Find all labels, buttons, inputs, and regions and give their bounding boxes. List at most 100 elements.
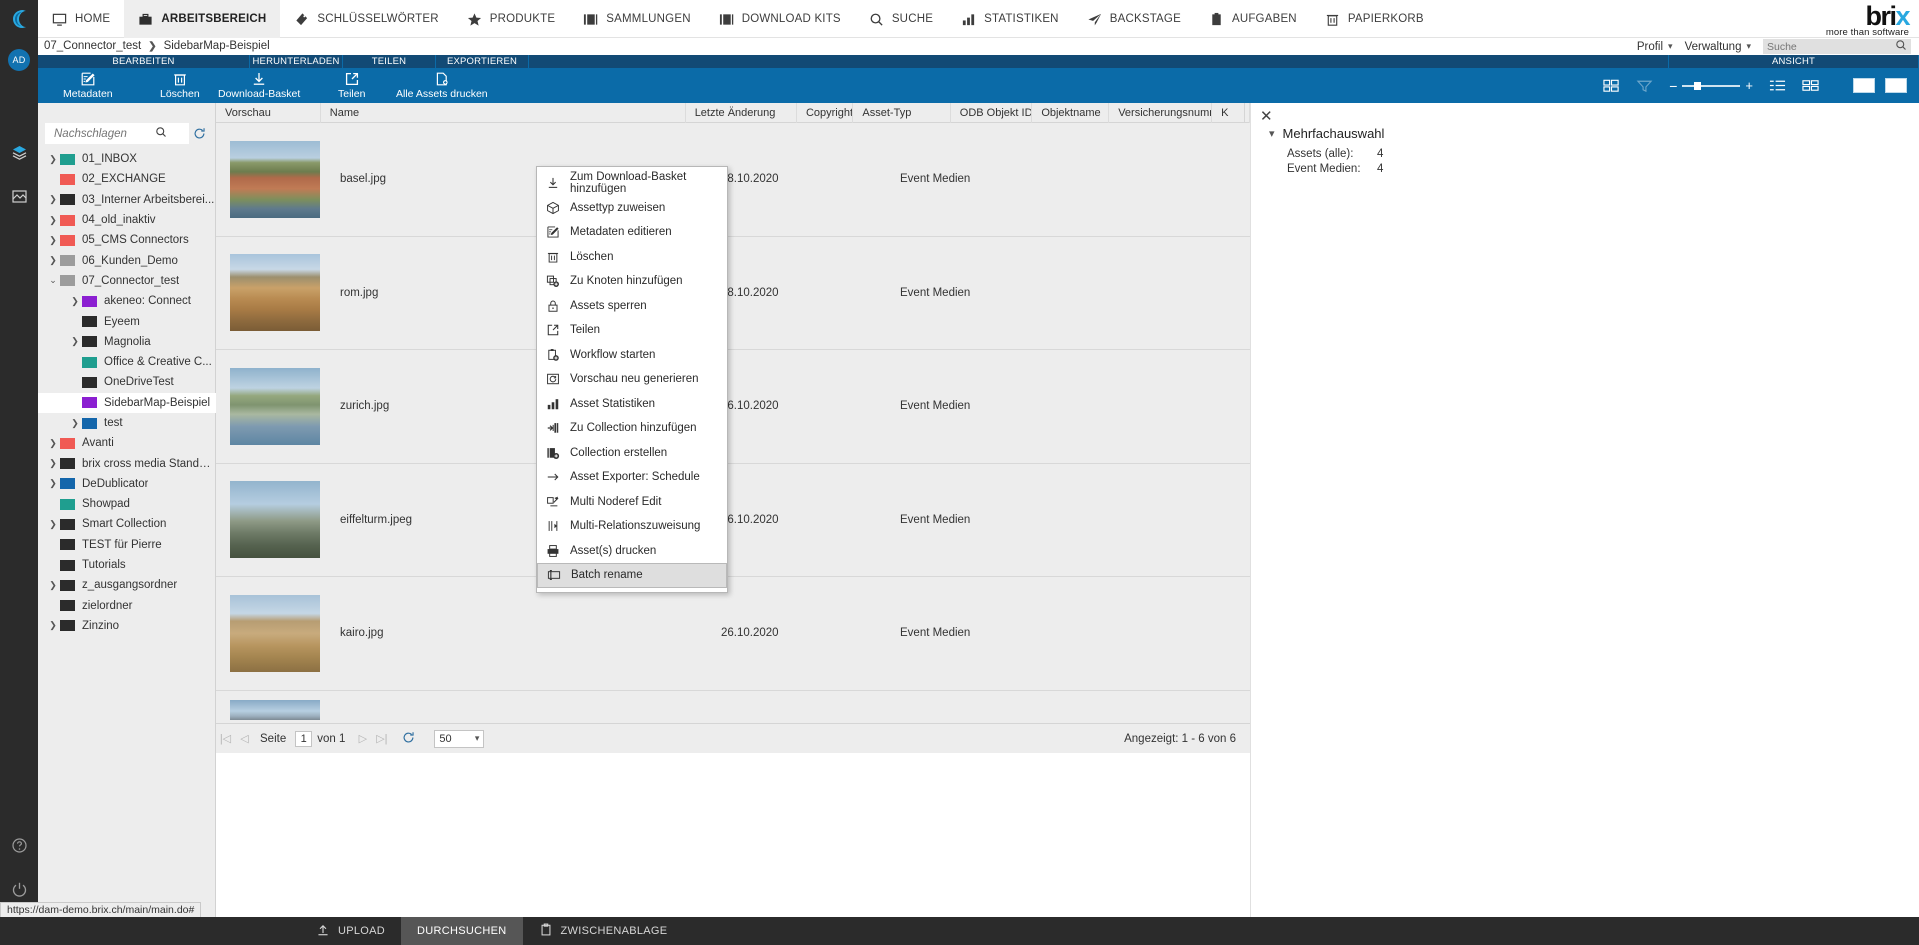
tree-node[interactable]: ❯ Smart Collection (38, 514, 216, 534)
nav-item-schluesselwoerter[interactable]: SCHLÜSSELWÖRTER (280, 0, 452, 38)
table-row[interactable]: zurich.jpg 26.10.2020 Event Medien (216, 350, 1250, 464)
nav-item-home[interactable]: HOME (38, 0, 124, 38)
table-row[interactable]: kairo.jpg 26.10.2020 Event Medien (216, 577, 1250, 691)
global-search[interactable] (1763, 39, 1911, 54)
filter-view-icon[interactable] (1628, 68, 1661, 103)
bottom-item-upload[interactable]: UPLOAD (300, 917, 401, 945)
zoom-control[interactable]: − + (1661, 78, 1761, 94)
menu-item[interactable]: Teilen (537, 318, 727, 343)
ribbon-button-loeschen[interactable]: Löschen (160, 68, 200, 103)
menu-item[interactable]: Löschen (537, 245, 727, 270)
asset-thumbnail[interactable] (230, 140, 320, 218)
chevron-down-icon[interactable]: ⌄ (46, 275, 60, 286)
nav-item-statistiken[interactable]: STATISTIKEN (947, 0, 1073, 38)
chevron-right-icon[interactable]: ❯ (46, 478, 60, 489)
lookup-search[interactable] (45, 123, 189, 144)
tree-node[interactable]: ❯ 05_CMS Connectors (38, 230, 216, 250)
menu-item[interactable]: Vorschau neu generieren (537, 367, 727, 392)
zoom-slider[interactable] (1682, 81, 1741, 90)
nav-item-produkte[interactable]: PRODUKTE (453, 0, 570, 38)
menu-item[interactable]: Zu Collection hinzufügen (537, 416, 727, 441)
nav-item-arbeitsbereich[interactable]: ARBEITSBEREICH (124, 0, 281, 38)
column-header[interactable]: Vorschau (216, 102, 321, 123)
menu-item[interactable]: Multi Noderef Edit (537, 490, 727, 515)
nav-item-backstage[interactable]: BACKSTAGE (1073, 0, 1195, 38)
table-row[interactable]: basel.jpg 28.10.2020 Event Medien (216, 123, 1250, 237)
menu-item[interactable]: Workflow starten (537, 343, 727, 368)
ribbon-button-alle-assets-drucken[interactable]: Alle Assets drucken (396, 68, 488, 103)
nav-item-aufgaben[interactable]: AUFGABEN (1195, 0, 1311, 38)
tree-node[interactable]: ❯ 01_INBOX (38, 149, 216, 169)
chevron-right-icon[interactable]: ❯ (46, 620, 60, 631)
menu-item[interactable]: Batch rename (537, 563, 727, 588)
menu-item[interactable]: Assettyp zuweisen (537, 196, 727, 221)
chevron-right-icon[interactable]: ❯ (68, 418, 82, 429)
tree-node[interactable]: Tutorials (38, 555, 216, 575)
tree-node[interactable]: Office & Creative C... (38, 352, 216, 372)
first-page-icon[interactable]: |◁ (216, 732, 235, 745)
tree-node[interactable]: Eyeem (38, 311, 216, 331)
asset-icon[interactable] (0, 174, 38, 218)
chevron-right-icon[interactable]: ❯ (46, 580, 60, 591)
nav-item-download-kits[interactable]: DOWNLOAD KITS (705, 0, 855, 38)
view-split-left-button[interactable] (1853, 78, 1875, 93)
layers-icon[interactable] (0, 130, 38, 174)
table-row[interactable] (216, 691, 1250, 724)
column-header[interactable]: Versicherungsnummer (1109, 102, 1213, 123)
grid-view-icon[interactable] (1595, 68, 1628, 103)
tree-node[interactable]: ❯ Magnolia (38, 332, 216, 352)
column-header[interactable]: Asset-Typ (853, 102, 951, 123)
chevron-down-icon[interactable]: ▾ (1269, 127, 1275, 140)
chevron-right-icon[interactable]: ❯ (46, 438, 60, 449)
next-page-icon[interactable]: ▷ (353, 732, 372, 745)
chevron-right-icon[interactable]: ❯ (46, 255, 60, 266)
close-icon[interactable]: ✕ (1260, 107, 1273, 125)
page-input[interactable]: 1 (295, 730, 313, 747)
tree-node[interactable]: ❯ akeneo: Connect (38, 291, 216, 311)
tree-node[interactable]: TEST für Pierre (38, 535, 216, 555)
tree-node[interactable]: ❯ z_ausgangsordner (38, 575, 216, 595)
table-row[interactable]: rom.jpg 28.10.2020 Event Medien (216, 237, 1250, 350)
profile-menu[interactable]: Profil ▾ (1637, 41, 1673, 53)
column-header[interactable]: Name (321, 102, 686, 123)
ribbon-button-download-basket[interactable]: Download-Basket (218, 68, 300, 103)
tree-node[interactable]: SidebarMap-Beispiel (38, 392, 216, 413)
brix-c-logo-icon[interactable] (0, 0, 38, 38)
bottom-item-durchsuchen[interactable]: DURCHSUCHEN (401, 917, 523, 945)
menu-item[interactable]: Assets sperren (537, 294, 727, 319)
refresh-icon[interactable] (399, 731, 418, 747)
tree-node[interactable]: ❯ 06_Kunden_Demo (38, 250, 216, 270)
menu-item[interactable]: Asset Statistiken (537, 392, 727, 417)
nav-item-papierkorb[interactable]: PAPIERKORB (1311, 0, 1438, 38)
chevron-right-icon[interactable]: ❯ (46, 519, 60, 530)
chevron-right-icon[interactable]: ❯ (46, 235, 60, 246)
ribbon-button-teilen[interactable]: Teilen (338, 68, 365, 103)
chevron-right-icon[interactable]: ❯ (46, 215, 60, 226)
tree-node[interactable]: ⌄ 07_Connector_test (38, 271, 216, 291)
admin-menu[interactable]: Verwaltung ▾ (1685, 41, 1751, 53)
breadcrumb-parent[interactable]: 07_Connector_test (44, 40, 141, 52)
tile-view-icon[interactable] (1794, 68, 1827, 103)
menu-item[interactable]: Collection erstellen (537, 441, 727, 466)
menu-item[interactable]: Multi-Relationszuweisung (537, 514, 727, 539)
menu-item[interactable]: Zum Download-Basket hinzufügen (537, 171, 727, 196)
chevron-right-icon[interactable]: ❯ (46, 194, 60, 205)
list-view-icon[interactable] (1761, 68, 1794, 103)
tree-node[interactable]: ❯ 03_Interner Arbeitsberei... (38, 190, 216, 210)
column-header[interactable]: Copyright läuft ab (797, 102, 854, 123)
tree-node[interactable]: ❯ Avanti (38, 433, 216, 453)
menu-item[interactable]: Metadaten editieren (537, 220, 727, 245)
column-header[interactable]: Objektname (1032, 102, 1110, 123)
page-size-select[interactable]: 50 ▾ (434, 729, 485, 748)
search-icon[interactable] (1895, 38, 1907, 56)
prev-page-icon[interactable]: ◁ (235, 732, 254, 745)
help-icon[interactable] (0, 823, 38, 867)
asset-thumbnail[interactable] (230, 594, 320, 672)
menu-item[interactable]: Zu Knoten hinzufügen (537, 269, 727, 294)
nav-item-sammlungen[interactable]: SAMMLUNGEN (569, 0, 704, 38)
tree-node[interactable]: ❯ Zinzino (38, 616, 216, 636)
tree-node[interactable]: ❯ brix cross media Standar... (38, 453, 216, 473)
tree-node[interactable]: ❯ 04_old_inaktiv (38, 210, 216, 230)
tree-node[interactable]: 02_EXCHANGE (38, 169, 216, 189)
zoom-slider-thumb[interactable] (1694, 81, 1702, 90)
